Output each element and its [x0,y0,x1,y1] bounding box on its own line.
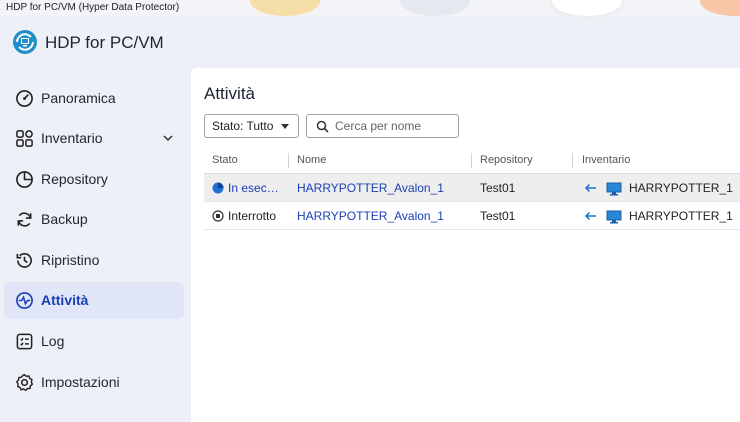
activity-table: Stato Nome Repository Inventario In esec… [204,146,740,230]
sidebar-item-panoramica[interactable]: Panoramica [4,80,184,117]
sidebar-item-label: Backup [41,211,88,227]
decorative-blob [250,0,320,16]
window-titlebar: HDP for PC/VM (Hyper Data Protector) [0,0,740,17]
page-title: Attività [204,84,256,103]
sidebar-item-label: Repository [41,171,108,187]
column-resize-handle[interactable] [572,153,573,168]
status-filter-dropdown[interactable]: Stato: Tutto [204,114,299,138]
job-name-link[interactable]: HARRYPOTTER_Avalon_1 [297,209,444,223]
caret-down-icon [281,124,289,129]
sidebar-item-label: Impostazioni [41,374,120,390]
sidebar-item-ripristino[interactable]: Ripristino [4,242,184,279]
repository-cell: Test01 [480,209,516,223]
grid-icon [16,130,33,147]
main-content: Attività Stato: Tutto Stato Nome Reposit… [191,68,740,422]
sidebar-item-label: Log [41,333,65,349]
running-icon [212,182,224,194]
inventory-cell: HARRYPOTTER_1 [584,181,733,196]
decorative-blob [700,0,740,16]
sidebar-item-label: Panoramica [41,90,116,106]
sidebar-item-label: Inventario [41,130,103,146]
restore-icon [16,253,32,268]
gauge-icon [16,90,33,107]
column-header-stato[interactable]: Stato [212,154,238,166]
status-text: In esecuzione [228,181,284,195]
stopped-icon [212,210,224,222]
inventory-cell: HARRYPOTTER_1 [584,209,733,224]
arrow-left-icon [584,211,596,221]
gear-icon [15,373,34,392]
sidebar-item-label: Attività [41,292,89,308]
status-filter-label: Stato: Tutto [212,119,274,133]
search-input[interactable] [335,118,453,134]
sidebar-item-backup[interactable]: Backup [4,201,184,238]
sidebar-item-label: Ripristino [41,252,100,268]
job-name-link[interactable]: HARRYPOTTER_Avalon_1 [297,181,444,195]
column-header-inventario[interactable]: Inventario [582,154,630,166]
sidebar-item-inventario[interactable]: Inventario [4,120,184,157]
column-header-nome[interactable]: Nome [297,154,326,166]
activity-icon [16,292,33,309]
backup-sync-icon [17,212,32,227]
chevron-down-icon[interactable] [162,132,174,144]
app-header: HDP for PC/VM [0,17,740,68]
column-header-repository[interactable]: Repository [480,154,533,166]
sidebar-item-repository[interactable]: Repository [4,161,184,198]
decorative-blob [552,0,622,16]
arrow-left-icon [584,183,596,193]
inventory-name: HARRYPOTTER_1 [629,209,733,223]
log-icon [16,333,33,350]
sidebar-item-attivita[interactable]: Attività [4,282,184,319]
inventory-name: HARRYPOTTER_1 [629,181,733,195]
column-resize-handle[interactable] [288,153,289,168]
sidebar-item-impostazioni[interactable]: Impostazioni [4,364,184,401]
search-box[interactable] [306,114,459,138]
hdp-logo-icon [13,30,37,54]
repository-cell: Test01 [480,181,516,195]
status-cell: Interrotto [212,209,284,223]
table-row[interactable]: In esecuzione HARRYPOTTER_Avalon_1 Test0… [204,174,740,202]
pie-chart-icon [16,171,33,188]
table-header: Stato Nome Repository Inventario [204,146,740,174]
column-resize-handle[interactable] [471,153,472,168]
window-title: HDP for PC/VM (Hyper Data Protector) [6,2,180,13]
decorative-blob [400,0,470,16]
status-cell: In esecuzione [212,181,284,195]
sidebar: Panoramica Inventario Repository Backup … [0,68,191,422]
table-row[interactable]: Interrotto HARRYPOTTER_Avalon_1 Test01 H… [204,202,740,230]
search-icon [316,120,329,133]
sidebar-item-log[interactable]: Log [4,323,184,360]
status-text: Interrotto [228,209,277,223]
monitor-icon [606,182,622,196]
app-title: HDP for PC/VM [45,33,164,52]
monitor-icon [606,210,622,224]
